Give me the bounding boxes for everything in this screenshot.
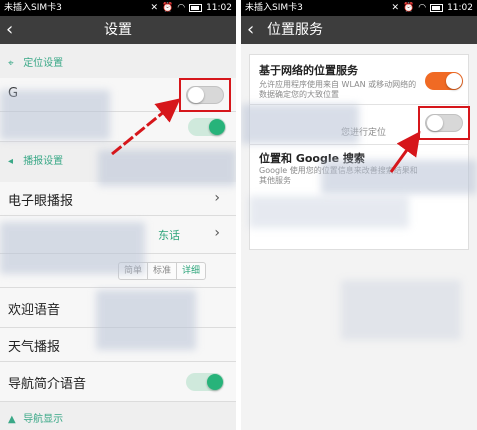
settings-screen: 未插入SIM卡3 ✕ ⏰ ◠ 11:02 ‹ 设置 ⌖ 定位设置 G ◂ 播报设… xyxy=(0,0,236,430)
red-arrow-icon xyxy=(111,98,181,156)
red-arrow-icon xyxy=(389,131,421,173)
location-services-screen: 未插入SIM卡3 ✕ ⏰ ◠ 11:02 ‹ 位置服务 基于网络的位置服务 允许… xyxy=(241,0,477,430)
